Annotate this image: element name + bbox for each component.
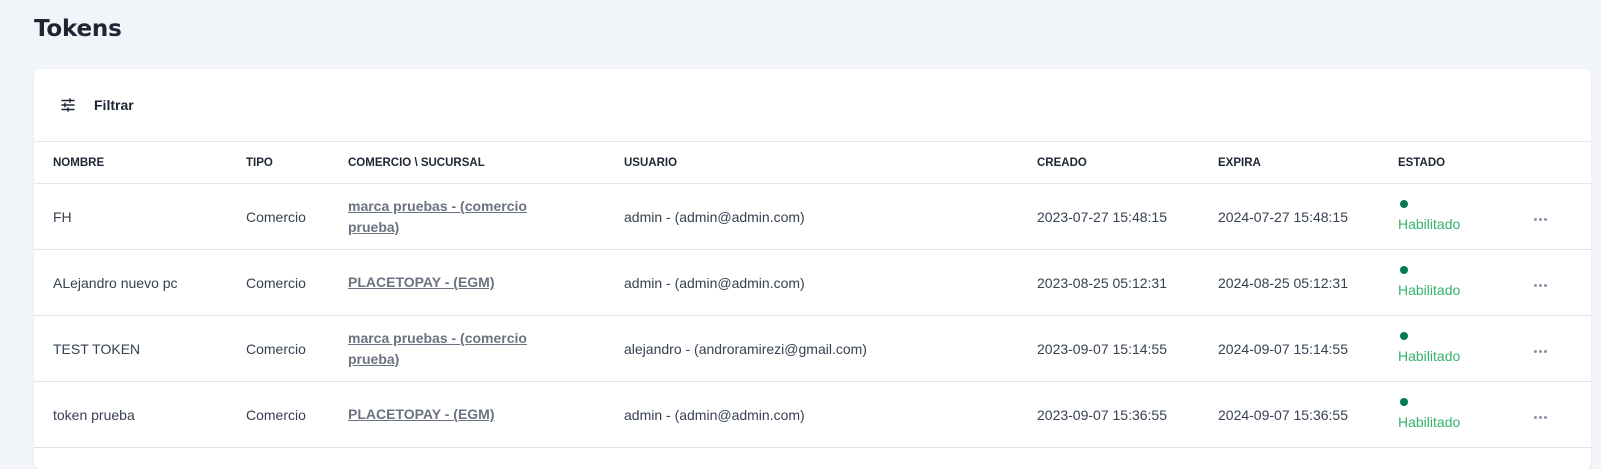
cell-type: Comercio: [246, 381, 348, 448]
page-title: Tokens: [34, 16, 122, 42]
header-actions: [1528, 142, 1591, 184]
status-text: Habilitado: [1398, 281, 1461, 298]
filter-label: Filtrar: [94, 97, 134, 113]
cell-created: 2023-09-07 15:14:55: [1037, 315, 1218, 382]
more-actions-icon[interactable]: [1528, 412, 1553, 423]
header-comercio-sucursal[interactable]: COMERCIO \ SUCURSAL: [348, 142, 624, 184]
merchant-link[interactable]: marca pruebas - (comercio prueba): [348, 328, 548, 370]
more-actions-icon[interactable]: [1528, 214, 1553, 225]
merchant-link[interactable]: PLACETOPAY - (EGM): [348, 404, 548, 425]
cell-name: TEST TOKEN: [34, 315, 246, 382]
table-row: FH Comercio marca pruebas - (comercio pr…: [34, 183, 1591, 250]
header-tipo[interactable]: TIPO: [246, 142, 348, 184]
cell-user: admin - (admin@admin.com): [624, 249, 1037, 316]
tokens-table: NOMBRE TIPO COMERCIO \ SUCURSAL USUARIO …: [34, 142, 1591, 448]
header-creado[interactable]: CREADO: [1037, 142, 1218, 184]
cell-user: alejandro - (androramirezi@gmail.com): [624, 315, 1037, 382]
table-row: token prueba Comercio PLACETOPAY - (EGM)…: [34, 381, 1591, 448]
status-badge: Habilitado: [1398, 397, 1528, 432]
header-usuario[interactable]: USUARIO: [624, 142, 1037, 184]
more-actions-icon[interactable]: [1528, 346, 1553, 357]
cell-created: 2023-09-07 15:36:55: [1037, 381, 1218, 448]
cell-name: token prueba: [34, 381, 246, 448]
header-estado[interactable]: ESTADO: [1398, 142, 1528, 184]
cell-expires: 2024-09-07 15:14:55: [1218, 315, 1398, 382]
table-row: TEST TOKEN Comercio marca pruebas - (com…: [34, 315, 1591, 382]
cell-type: Comercio: [246, 183, 348, 250]
cell-name: ALejandro nuevo pc: [34, 249, 246, 316]
cell-type: Comercio: [246, 249, 348, 316]
cell-created: 2023-07-27 15:48:15: [1037, 183, 1218, 250]
status-dot-icon: [1400, 265, 1408, 274]
cell-expires: 2024-09-07 15:36:55: [1218, 381, 1398, 448]
more-actions-icon[interactable]: [1528, 280, 1553, 291]
header-nombre[interactable]: NOMBRE: [34, 142, 246, 184]
cell-expires: 2024-08-25 05:12:31: [1218, 249, 1398, 316]
status-text: Habilitado: [1398, 347, 1461, 364]
status-dot-icon: [1400, 331, 1408, 340]
cell-name: FH: [34, 183, 246, 250]
sliders-icon: [60, 97, 76, 113]
merchant-link[interactable]: PLACETOPAY - (EGM): [348, 272, 548, 293]
table-header-row: NOMBRE TIPO COMERCIO \ SUCURSAL USUARIO …: [34, 142, 1591, 184]
cell-type: Comercio: [246, 315, 348, 382]
status-text: Habilitado: [1398, 215, 1461, 232]
status-badge: Habilitado: [1398, 265, 1528, 300]
merchant-link[interactable]: marca pruebas - (comercio prueba): [348, 196, 548, 238]
filter-bar: Filtrar: [34, 69, 1591, 142]
status-dot-icon: [1400, 397, 1408, 406]
cell-user: admin - (admin@admin.com): [624, 183, 1037, 250]
status-badge: Habilitado: [1398, 199, 1528, 234]
cell-user: admin - (admin@admin.com): [624, 381, 1037, 448]
status-text: Habilitado: [1398, 413, 1461, 430]
table-row: ALejandro nuevo pc Comercio PLACETOPAY -…: [34, 249, 1591, 316]
status-badge: Habilitado: [1398, 331, 1528, 366]
cell-created: 2023-08-25 05:12:31: [1037, 249, 1218, 316]
header-expira[interactable]: EXPIRA: [1218, 142, 1398, 184]
status-dot-icon: [1400, 199, 1408, 208]
filter-button[interactable]: Filtrar: [60, 97, 134, 113]
tokens-card: Filtrar NOMBRE TIPO COMERCIO \ SUCURSAL …: [34, 69, 1591, 469]
cell-expires: 2024-07-27 15:48:15: [1218, 183, 1398, 250]
